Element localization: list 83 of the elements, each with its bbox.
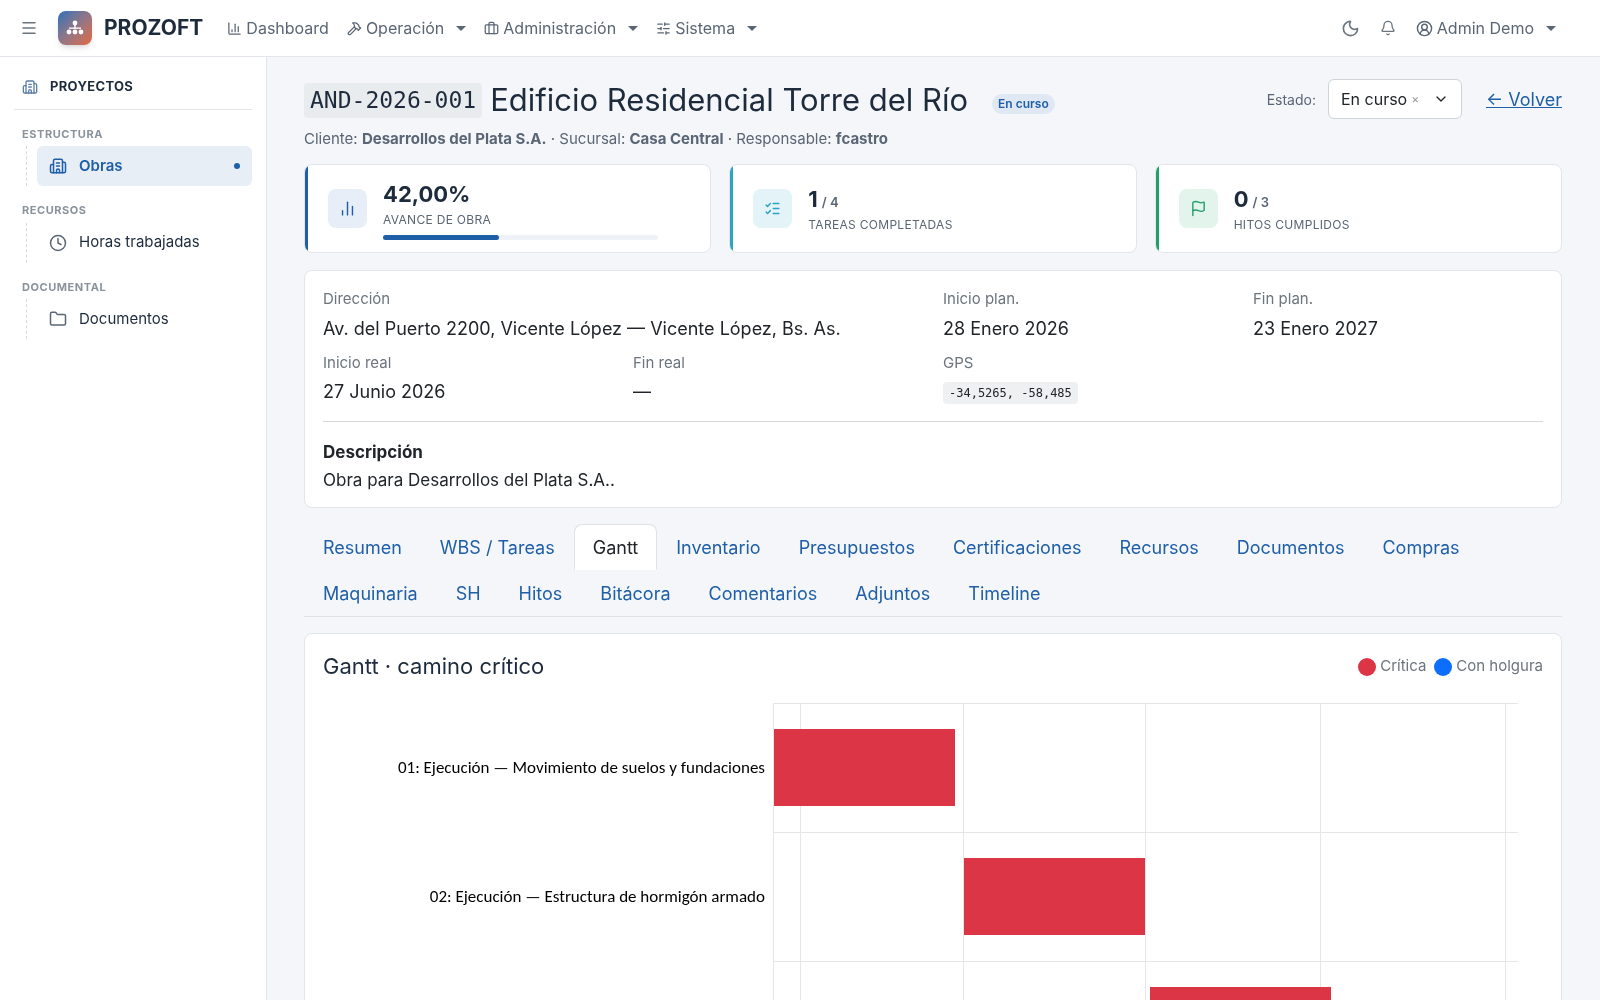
tab[interactable]: Presupuestos	[779, 524, 934, 570]
menu-icon[interactable]	[20, 19, 38, 37]
sidebar-item[interactable]: Obras	[37, 146, 252, 186]
field-value: 28 Enero 2026	[943, 316, 1070, 341]
nav-link[interactable]: Dashboard	[227, 16, 329, 40]
notification-icon[interactable]	[1379, 20, 1396, 36]
stat-total: / 4	[821, 193, 839, 212]
nav-link[interactable]: Operación	[346, 16, 467, 40]
nav-link[interactable]: Administración	[484, 16, 639, 40]
description-text: Obra para Desarrollos del Plata S.A..	[323, 468, 616, 492]
field-label: Dirección	[323, 288, 392, 310]
gantt-title: Gantt · camino crítico	[323, 652, 545, 681]
sidebar-item[interactable]: Horas trabajadas	[37, 222, 252, 263]
back-link[interactable]: ← Volver	[1485, 85, 1562, 113]
field-label: Inicio plan.	[943, 288, 1021, 310]
stat-total: / 3	[1252, 193, 1269, 212]
tab[interactable]: Hitos	[499, 570, 582, 616]
status-badge: En curso	[992, 94, 1055, 115]
tab[interactable]: Certificaciones	[933, 524, 1101, 570]
briefcase-icon	[484, 20, 500, 36]
tab[interactable]: Maquinaria	[304, 570, 437, 616]
field-value: Av. del Puerto 2200, Vicente López — Vicente López, Bs. As.	[323, 316, 842, 341]
field-label: Fin real	[633, 351, 686, 374]
field-label: GPS	[943, 351, 975, 374]
field-value: 23 Enero 2027	[1253, 316, 1379, 341]
hammer-icon	[346, 20, 362, 36]
user-icon	[1415, 19, 1433, 37]
tab[interactable]: Documentos	[1217, 524, 1364, 570]
field-label: Inicio real	[323, 351, 393, 374]
building-icon	[22, 78, 38, 95]
section-heading: ESTRUCTURA	[21, 125, 104, 142]
clock-icon	[49, 233, 67, 252]
project-code: AND-2026-001	[304, 83, 483, 118]
tab[interactable]: Timeline	[949, 570, 1060, 616]
description-title: Descripción	[323, 441, 424, 464]
caret-icon	[747, 25, 758, 31]
stat-label: HITOS CUMPLIDOS	[1233, 216, 1351, 234]
nav-link[interactable]: Sistema	[656, 16, 758, 40]
tab[interactable]: Compras	[1363, 524, 1479, 570]
stat-label: TAREAS COMPLETADAS	[808, 216, 954, 234]
tab[interactable]: Gantt	[573, 524, 658, 570]
stat-value: 0	[1233, 185, 1249, 214]
section-heading: RECURSOS	[21, 202, 88, 219]
logo-icon	[58, 11, 92, 45]
estado-select[interactable]: En curso ×	[1327, 79, 1462, 119]
folder-icon	[49, 310, 67, 328]
tab[interactable]: Comentarios	[689, 570, 837, 616]
field-value: 27 Junio 2026	[323, 380, 447, 404]
stat-value: 42,00%	[383, 179, 471, 209]
legend-label: Con holgura	[1456, 655, 1543, 678]
stat-icon	[328, 189, 367, 228]
chart-icon	[227, 20, 243, 36]
caret-icon	[1546, 25, 1556, 31]
building-icon	[49, 157, 67, 175]
field-label: Fin plan.	[1253, 288, 1314, 310]
gps-value: -34,5265, -58,485	[943, 382, 1078, 404]
tab[interactable]: WBS / Tareas	[420, 524, 574, 570]
task-label: 01: Ejecución — Movimiento de suelos y fundaciones	[397, 755, 765, 780]
tab[interactable]: Resumen	[304, 524, 421, 570]
user-menu[interactable]: Admin Demo	[1415, 16, 1556, 40]
tab[interactable]: Inventario	[657, 524, 780, 570]
brand-name: PROZOFT	[104, 14, 204, 43]
stat-icon	[1178, 189, 1218, 228]
legend-label: Crítica	[1380, 655, 1427, 678]
tab[interactable]: SH	[436, 570, 500, 616]
stat-icon	[753, 189, 793, 228]
project-title: Edificio Residencial Torre del Río	[490, 80, 969, 120]
tab[interactable]: Bitácora	[581, 570, 690, 616]
caret-icon	[456, 25, 467, 31]
section-heading: DOCUMENTAL	[21, 278, 108, 295]
tab[interactable]: Recursos	[1100, 524, 1218, 570]
tab[interactable]: Adjuntos	[836, 570, 950, 616]
dark-mode-icon[interactable]	[1340, 18, 1360, 38]
sidebar-item[interactable]: Documentos	[37, 299, 252, 339]
caret-icon	[628, 25, 639, 31]
stat-label: AVANCE DE OBRA	[383, 210, 493, 229]
sliders-icon	[656, 20, 672, 36]
project-meta: Cliente: Desarrollos del Plata S.A. · Sucursal: Casa Central · Responsable: fcastro	[304, 127, 889, 150]
task-label: 02: Ejecución — Estructura de hormigón armado	[429, 884, 765, 909]
estado-label: Estado:	[1266, 89, 1316, 110]
sidebar-title: PROYECTOS	[50, 77, 134, 96]
stat-value: 1	[808, 185, 818, 214]
field-value: —	[633, 380, 652, 404]
